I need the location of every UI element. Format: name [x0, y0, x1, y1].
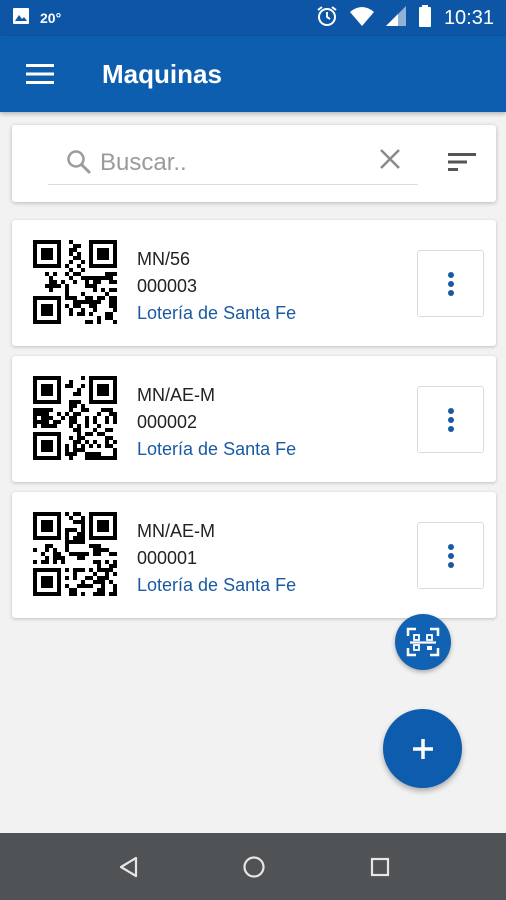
- clock-text: 10:31: [443, 6, 494, 29]
- machine-card[interactable]: MN/AE-M 000002 Lotería de Santa Fe: [12, 356, 496, 482]
- machine-organization: Lotería de Santa Fe: [137, 575, 297, 595]
- qr-code-icon: [33, 512, 117, 596]
- machine-serial: 000001: [137, 548, 198, 568]
- search-bar: [12, 125, 496, 202]
- qr-code-icon: [33, 240, 117, 324]
- search-input[interactable]: [100, 147, 360, 179]
- app-bar: Maquinas: [0, 36, 506, 112]
- machine-card[interactable]: MN/AE-M 000001 Lotería de Santa Fe: [12, 492, 496, 618]
- more-vertical-icon: [447, 271, 454, 296]
- close-icon: [380, 149, 400, 169]
- clear-search-button[interactable]: [378, 147, 402, 176]
- search-field: [48, 143, 418, 185]
- temperature-text: 20°: [40, 10, 62, 26]
- qr-code-icon: [33, 376, 117, 460]
- battery-icon: [418, 4, 432, 32]
- sort-button[interactable]: [448, 151, 476, 178]
- home-circle-icon: [243, 856, 265, 878]
- machine-organization: Lotería de Santa Fe: [137, 303, 297, 323]
- qr-scan-icon: [406, 627, 440, 657]
- status-bar: 20° 10:31: [0, 0, 506, 36]
- nav-back-button[interactable]: [114, 853, 142, 881]
- system-nav-bar: [0, 833, 506, 900]
- add-machine-button[interactable]: [383, 709, 462, 788]
- recents-square-icon: [370, 857, 390, 877]
- machine-card[interactable]: MN/56 000003 Lotería de Santa Fe: [12, 220, 496, 346]
- menu-button[interactable]: [24, 58, 56, 90]
- machine-serial: 000003: [137, 276, 198, 296]
- machine-serial: 000002: [137, 412, 198, 432]
- sort-icon: [448, 153, 476, 171]
- machine-code: MN/56: [137, 249, 191, 269]
- nav-home-button[interactable]: [240, 853, 268, 881]
- more-options-button[interactable]: [417, 250, 484, 317]
- more-options-button[interactable]: [417, 522, 484, 589]
- back-triangle-icon: [119, 856, 138, 878]
- hamburger-menu-icon: [26, 64, 54, 84]
- more-vertical-icon: [447, 407, 454, 432]
- plus-icon: [412, 738, 433, 759]
- wifi-icon: [349, 6, 374, 31]
- machine-code: MN/AE-M: [137, 521, 215, 541]
- alarm-icon: [316, 5, 338, 32]
- machine-organization: Lotería de Santa Fe: [137, 439, 297, 459]
- image-notification-icon: [12, 7, 30, 30]
- scan-qr-button[interactable]: [395, 614, 451, 670]
- search-icon: [66, 149, 92, 180]
- nav-recents-button[interactable]: [366, 853, 394, 881]
- more-vertical-icon: [447, 543, 454, 568]
- machine-code: MN/AE-M: [137, 385, 215, 405]
- more-options-button[interactable]: [417, 386, 484, 453]
- page-title: Maquinas: [102, 58, 222, 89]
- cell-signal-icon: [385, 5, 406, 31]
